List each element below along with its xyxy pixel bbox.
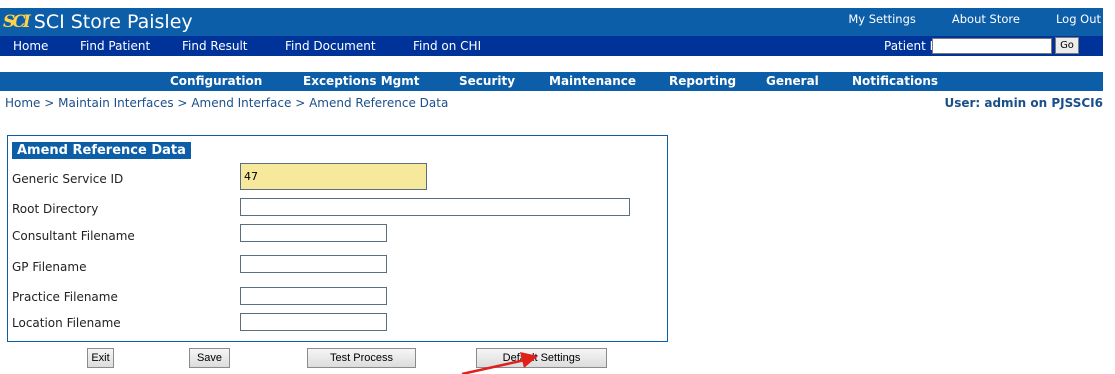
generic-service-id-label: Generic Service ID	[12, 172, 124, 186]
my-settings-link[interactable]: My Settings	[848, 12, 916, 26]
logo[interactable]: SCI SCI Store Paisley	[3, 9, 193, 35]
subnav-exceptions-mgmt[interactable]: Exceptions Mgmt	[303, 74, 420, 88]
user-info: User: admin on PJSSCI6	[944, 96, 1103, 110]
panel-title: Amend Reference Data	[12, 142, 191, 159]
breadcrumb-amend-interface[interactable]: Amend Interface	[191, 96, 291, 110]
app-header: SCI SCI Store Paisley My Settings About …	[0, 8, 1103, 36]
nav-find-document[interactable]: Find Document	[285, 39, 376, 53]
subnav-notifications[interactable]: Notifications	[852, 74, 938, 88]
header-links: My Settings About Store Log Out	[812, 12, 1101, 26]
generic-service-id-field	[240, 163, 427, 190]
location-filename-input[interactable]	[240, 313, 387, 331]
subnav-configuration[interactable]: Configuration	[170, 74, 262, 88]
consultant-filename-label: Consultant Filename	[12, 229, 135, 243]
location-filename-label: Location Filename	[12, 316, 121, 330]
test-process-button[interactable]: Test Process	[307, 348, 416, 368]
exit-button[interactable]: Exit	[87, 348, 114, 368]
save-button[interactable]: Save	[189, 348, 230, 368]
admin-nav: Configuration Exceptions Mgmt Security M…	[0, 72, 1103, 91]
practice-filename-label: Practice Filename	[12, 290, 118, 304]
practice-filename-input[interactable]	[240, 287, 387, 305]
breadcrumb-home[interactable]: Home	[5, 96, 40, 110]
app-title: SCI Store Paisley	[33, 10, 193, 33]
subnav-general[interactable]: General	[766, 74, 819, 88]
sci-logo-icon: SCI	[3, 11, 31, 32]
subnav-reporting[interactable]: Reporting	[669, 74, 736, 88]
go-button[interactable]: Go	[1055, 37, 1079, 54]
breadcrumb-separator: >	[177, 96, 188, 110]
breadcrumb-maintain-interfaces[interactable]: Maintain Interfaces	[58, 96, 173, 110]
gp-filename-input[interactable]	[240, 255, 387, 273]
breadcrumb-current: Amend Reference Data	[309, 96, 449, 110]
root-directory-label: Root Directory	[12, 202, 99, 216]
root-directory-input[interactable]	[240, 198, 630, 216]
about-store-link[interactable]: About Store	[952, 12, 1020, 26]
breadcrumb-separator: >	[44, 96, 55, 110]
nav-find-on-chi[interactable]: Find on CHI	[413, 39, 481, 53]
log-out-link[interactable]: Log Out	[1056, 12, 1101, 26]
gp-filename-label: GP Filename	[12, 260, 87, 274]
amend-reference-data-panel: Amend Reference Data Generic Service ID …	[7, 135, 668, 342]
breadcrumb-separator: >	[295, 96, 306, 110]
subnav-security[interactable]: Security	[459, 74, 515, 88]
nav-find-patient[interactable]: Find Patient	[80, 39, 150, 53]
subnav-maintenance[interactable]: Maintenance	[549, 74, 636, 88]
breadcrumb: Home > Maintain Interfaces > Amend Inter…	[5, 96, 448, 110]
patient-id-input[interactable]	[932, 38, 1052, 54]
nav-find-result[interactable]: Find Result	[182, 39, 247, 53]
main-nav: Home Find Patient Find Result Find Docum…	[0, 36, 1103, 56]
nav-home[interactable]: Home	[13, 39, 48, 53]
default-settings-button[interactable]: Default Settings	[476, 348, 607, 368]
consultant-filename-input[interactable]	[240, 224, 387, 242]
